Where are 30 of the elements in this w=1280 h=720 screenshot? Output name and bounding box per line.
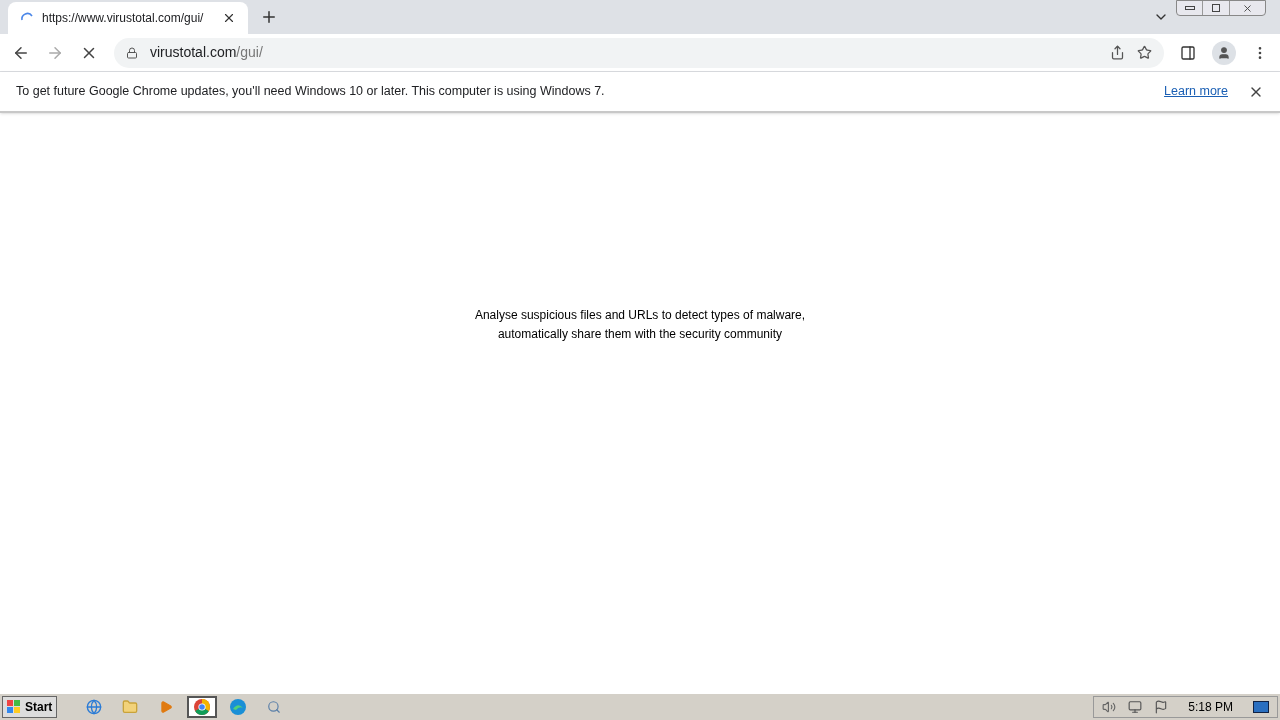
star-icon[interactable]: [1137, 45, 1152, 60]
windows-logo-icon: [7, 700, 21, 714]
search-icon: [267, 700, 282, 714]
close-icon[interactable]: [222, 11, 236, 25]
show-desktop-button[interactable]: [1253, 701, 1269, 713]
taskbar-button[interactable]: [187, 696, 218, 718]
address-bar[interactable]: virustotal.com/gui/: [114, 37, 1164, 68]
new-tab-icon[interactable]: [260, 8, 278, 26]
chrome-icon: [194, 699, 211, 715]
tagline: automatically share them with the security community: [497, 326, 783, 343]
globe-icon: [86, 699, 103, 715]
clock: 5:18 PM: [1188, 699, 1233, 716]
tab-title: https://www.virustotal.com/gui/: [42, 10, 205, 27]
side-panel-icon[interactable]: [1180, 44, 1196, 61]
profile-avatar[interactable]: [1212, 40, 1236, 65]
learn-more-link[interactable]: Learn more: [1164, 82, 1228, 101]
flag-icon[interactable]: [1154, 700, 1169, 714]
share-icon[interactable]: [1110, 45, 1125, 60]
start-button[interactable]: Start: [2, 696, 58, 718]
lock-icon: [126, 46, 138, 59]
folder-icon: [122, 699, 139, 715]
infobar-message: To get future Google Chrome updates, you'll need Windows 10 or later. This computer is using Windows 7.: [16, 83, 606, 101]
network-icon[interactable]: [1128, 700, 1143, 714]
tagline: Analyse suspicious files and URLs to detect types of malware,: [474, 307, 806, 324]
browser-tab[interactable]: https://www.virustotal.com/gui/: [8, 2, 248, 34]
play-icon: [159, 700, 174, 714]
speaker-icon[interactable]: [1102, 700, 1117, 714]
url-text: virustotal.com/gui/: [150, 43, 264, 62]
wave-icon: [230, 699, 247, 715]
close-icon: [1241, 2, 1253, 14]
